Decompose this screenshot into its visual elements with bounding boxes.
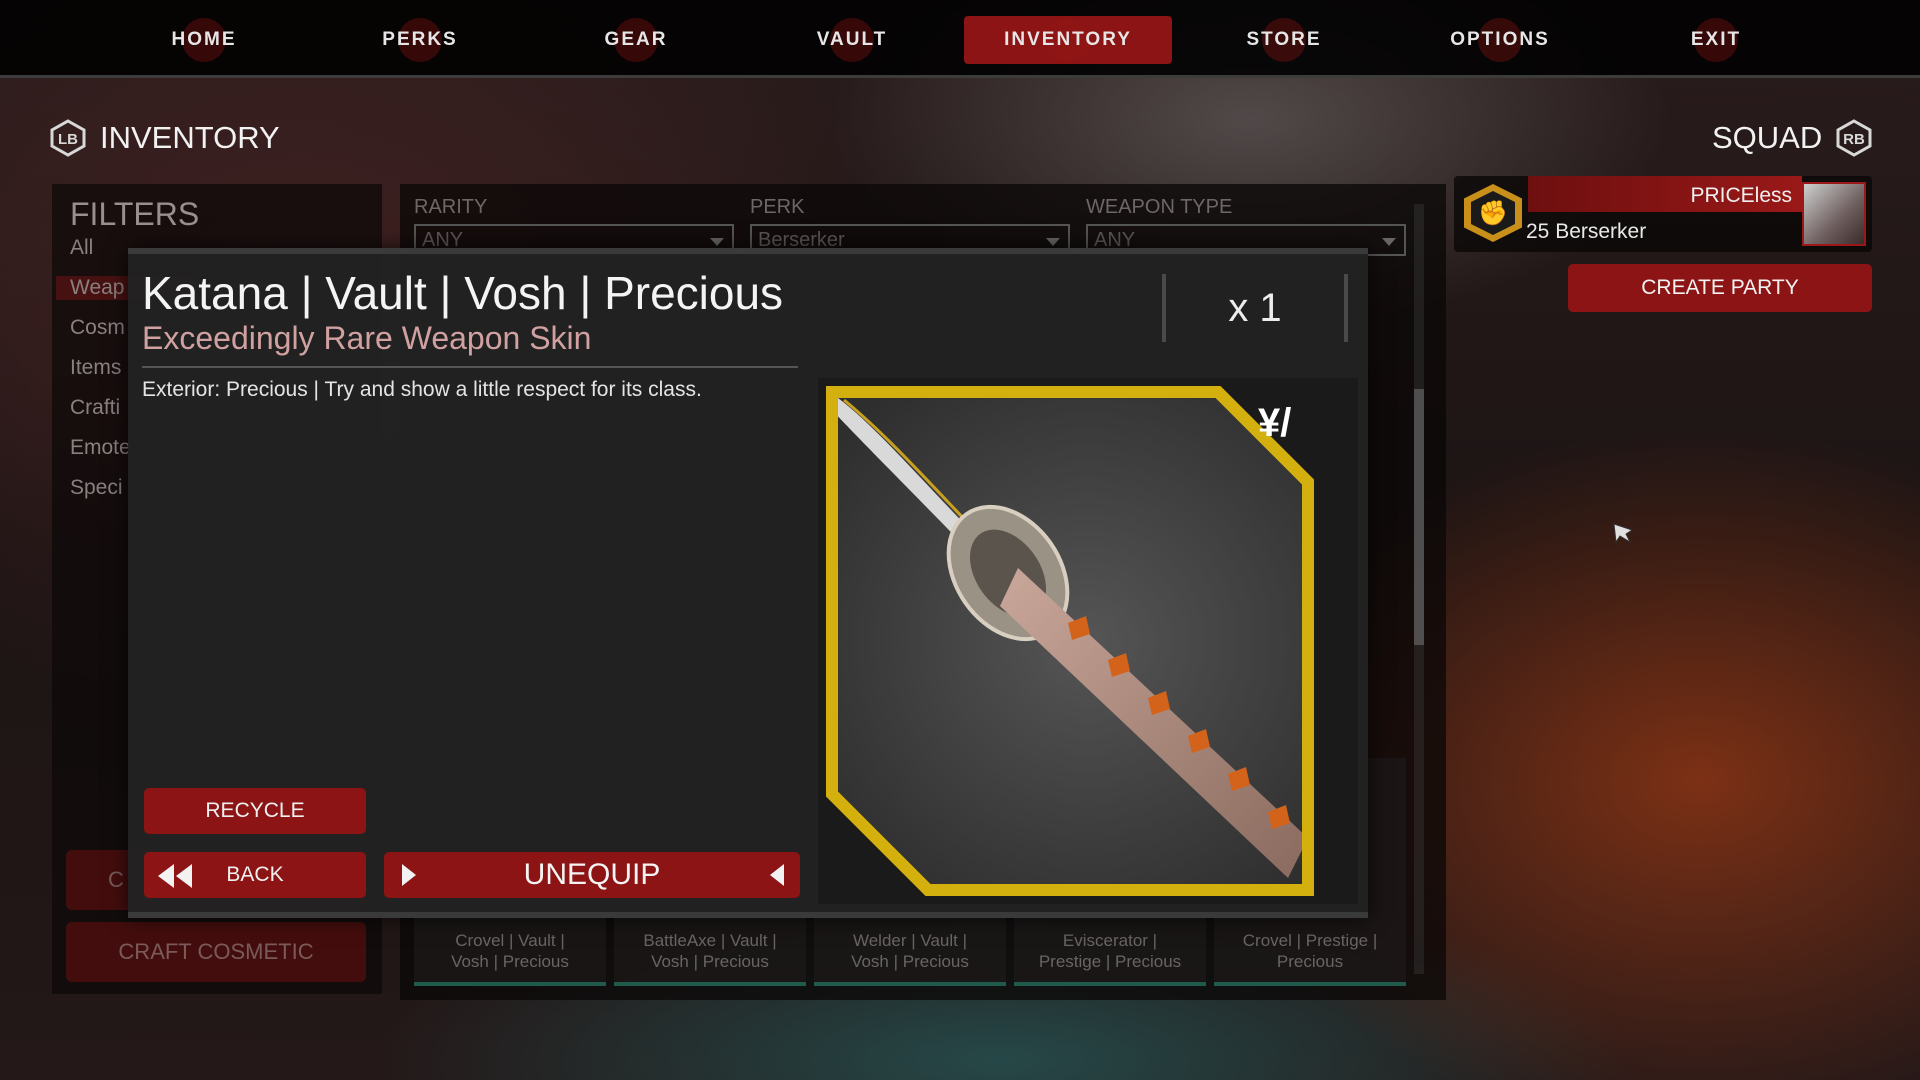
nav-inventory[interactable]: INVENTORY [964, 16, 1172, 64]
avatar [1802, 182, 1866, 246]
weapon-type-label: WEAPON TYPE [1086, 196, 1233, 218]
item-detail-modal: Katana | Vault | Vosh | Precious Exceedi… [128, 248, 1368, 918]
tile-label-line2: Vosh | Precious [451, 952, 569, 971]
tile-label: Welder | Vault | Vosh | Precious [814, 930, 1006, 972]
filter-item-items[interactable]: Items [70, 356, 121, 380]
katana-image: ¥/ [826, 386, 1314, 896]
nav-options[interactable]: OPTIONS [1396, 16, 1604, 64]
filter-item-cosmetics[interactable]: Cosm [70, 316, 125, 340]
nav-exit[interactable]: EXIT [1612, 16, 1820, 64]
squad-player-name: PRICEless [1690, 184, 1792, 207]
chevron-down-icon [1046, 238, 1060, 246]
item-description: Exterior: Precious | Try and show a litt… [142, 378, 702, 401]
nav-home[interactable]: HOME [100, 16, 308, 64]
quantity-value: x 1 [1228, 285, 1282, 330]
bumper-right-icon[interactable]: RB [1834, 118, 1874, 158]
create-party-button[interactable]: CREATE PARTY [1568, 264, 1872, 312]
item-subtitle: Exceedingly Rare Weapon Skin [142, 320, 592, 356]
unequip-button[interactable]: UNEQUIP [384, 852, 800, 898]
top-nav: HOME PERKS GEAR VAULT INVENTORY STORE OP… [0, 0, 1920, 78]
tile-label: Eviscerator | Prestige | Precious [1014, 930, 1206, 972]
bumper-left-icon[interactable]: LB [48, 118, 88, 158]
item-title: Katana | Vault | Vosh | Precious [142, 267, 784, 319]
faded-button-label: C [108, 867, 124, 892]
squad-header: SQUAD RB [1712, 118, 1874, 158]
fist-icon: ✊ [1471, 191, 1515, 235]
filter-item-special[interactable]: Speci [70, 476, 123, 500]
rarity-label: RARITY [414, 196, 488, 218]
double-chevron-left-icon [158, 864, 192, 888]
back-label: BACK [226, 863, 284, 886]
filter-item-crafting[interactable]: Crafti [70, 396, 120, 420]
cursor-icon [1613, 523, 1634, 544]
squad-member-card[interactable]: ✊ PRICEless 25 Berserker [1454, 176, 1872, 252]
tile-label-line1: BattleAxe | Vault | [643, 931, 777, 950]
craft-cosmetic-label: CRAFT COSMETIC [118, 939, 314, 964]
chevron-down-icon [710, 238, 724, 246]
tile-label: BattleAxe | Vault | Vosh | Precious [614, 930, 806, 972]
tile-label-line1: Crovel | Vault | [455, 931, 565, 950]
back-button[interactable]: BACK [144, 852, 366, 898]
tile-label-line1: Welder | Vault | [852, 931, 968, 950]
inventory-header: LB INVENTORY [48, 118, 280, 158]
unequip-label: UNEQUIP [523, 858, 661, 891]
nav-store[interactable]: STORE [1180, 16, 1388, 64]
svg-text:RB: RB [1843, 131, 1865, 148]
tile-label-line2: Prestige | Precious [1038, 952, 1182, 971]
filter-item-emotes[interactable]: Emote [70, 436, 131, 460]
create-party-label: CREATE PARTY [1641, 276, 1799, 299]
filter-item-all[interactable]: All [70, 236, 93, 260]
tile-label-line2: Precious [1276, 952, 1344, 971]
tile-label: Crovel | Prestige | Precious [1214, 930, 1406, 972]
chevron-down-icon [1382, 238, 1396, 246]
tile-label-line2: Vosh | Precious [651, 952, 769, 971]
grid-scroll-thumb[interactable] [1414, 389, 1424, 645]
svg-text:¥/: ¥/ [1258, 401, 1291, 445]
recycle-label: RECYCLE [205, 799, 305, 822]
tile-label-line2: Vosh | Precious [851, 952, 969, 971]
item-quantity: x 1 [1162, 274, 1348, 342]
arrow-left-icon [770, 864, 784, 886]
tile-label-line1: Crovel | Prestige | [1242, 931, 1378, 950]
tile-label-line1: Eviscerator | [1062, 931, 1158, 950]
squad-title: SQUAD [1712, 120, 1823, 155]
squad-player-level: 25 Berserker [1526, 220, 1647, 243]
svg-text:LB: LB [58, 131, 78, 148]
arrow-right-icon [402, 864, 416, 886]
inventory-title: INVENTORY [100, 120, 280, 155]
tile-label: Crovel | Vault | Vosh | Precious [414, 930, 606, 972]
nav-perks[interactable]: PERKS [316, 16, 524, 64]
nav-gear[interactable]: GEAR [532, 16, 740, 64]
filters-title: FILTERS [70, 196, 200, 232]
title-divider [142, 366, 798, 368]
perk-emblem-icon: ✊ [1464, 184, 1522, 242]
nav-vault[interactable]: VAULT [748, 16, 956, 64]
recycle-button[interactable]: RECYCLE [144, 788, 366, 834]
perk-label: PERK [750, 196, 805, 218]
item-preview: ¥/ [818, 378, 1358, 904]
craft-cosmetic-button[interactable]: CRAFT COSMETIC [66, 922, 366, 982]
